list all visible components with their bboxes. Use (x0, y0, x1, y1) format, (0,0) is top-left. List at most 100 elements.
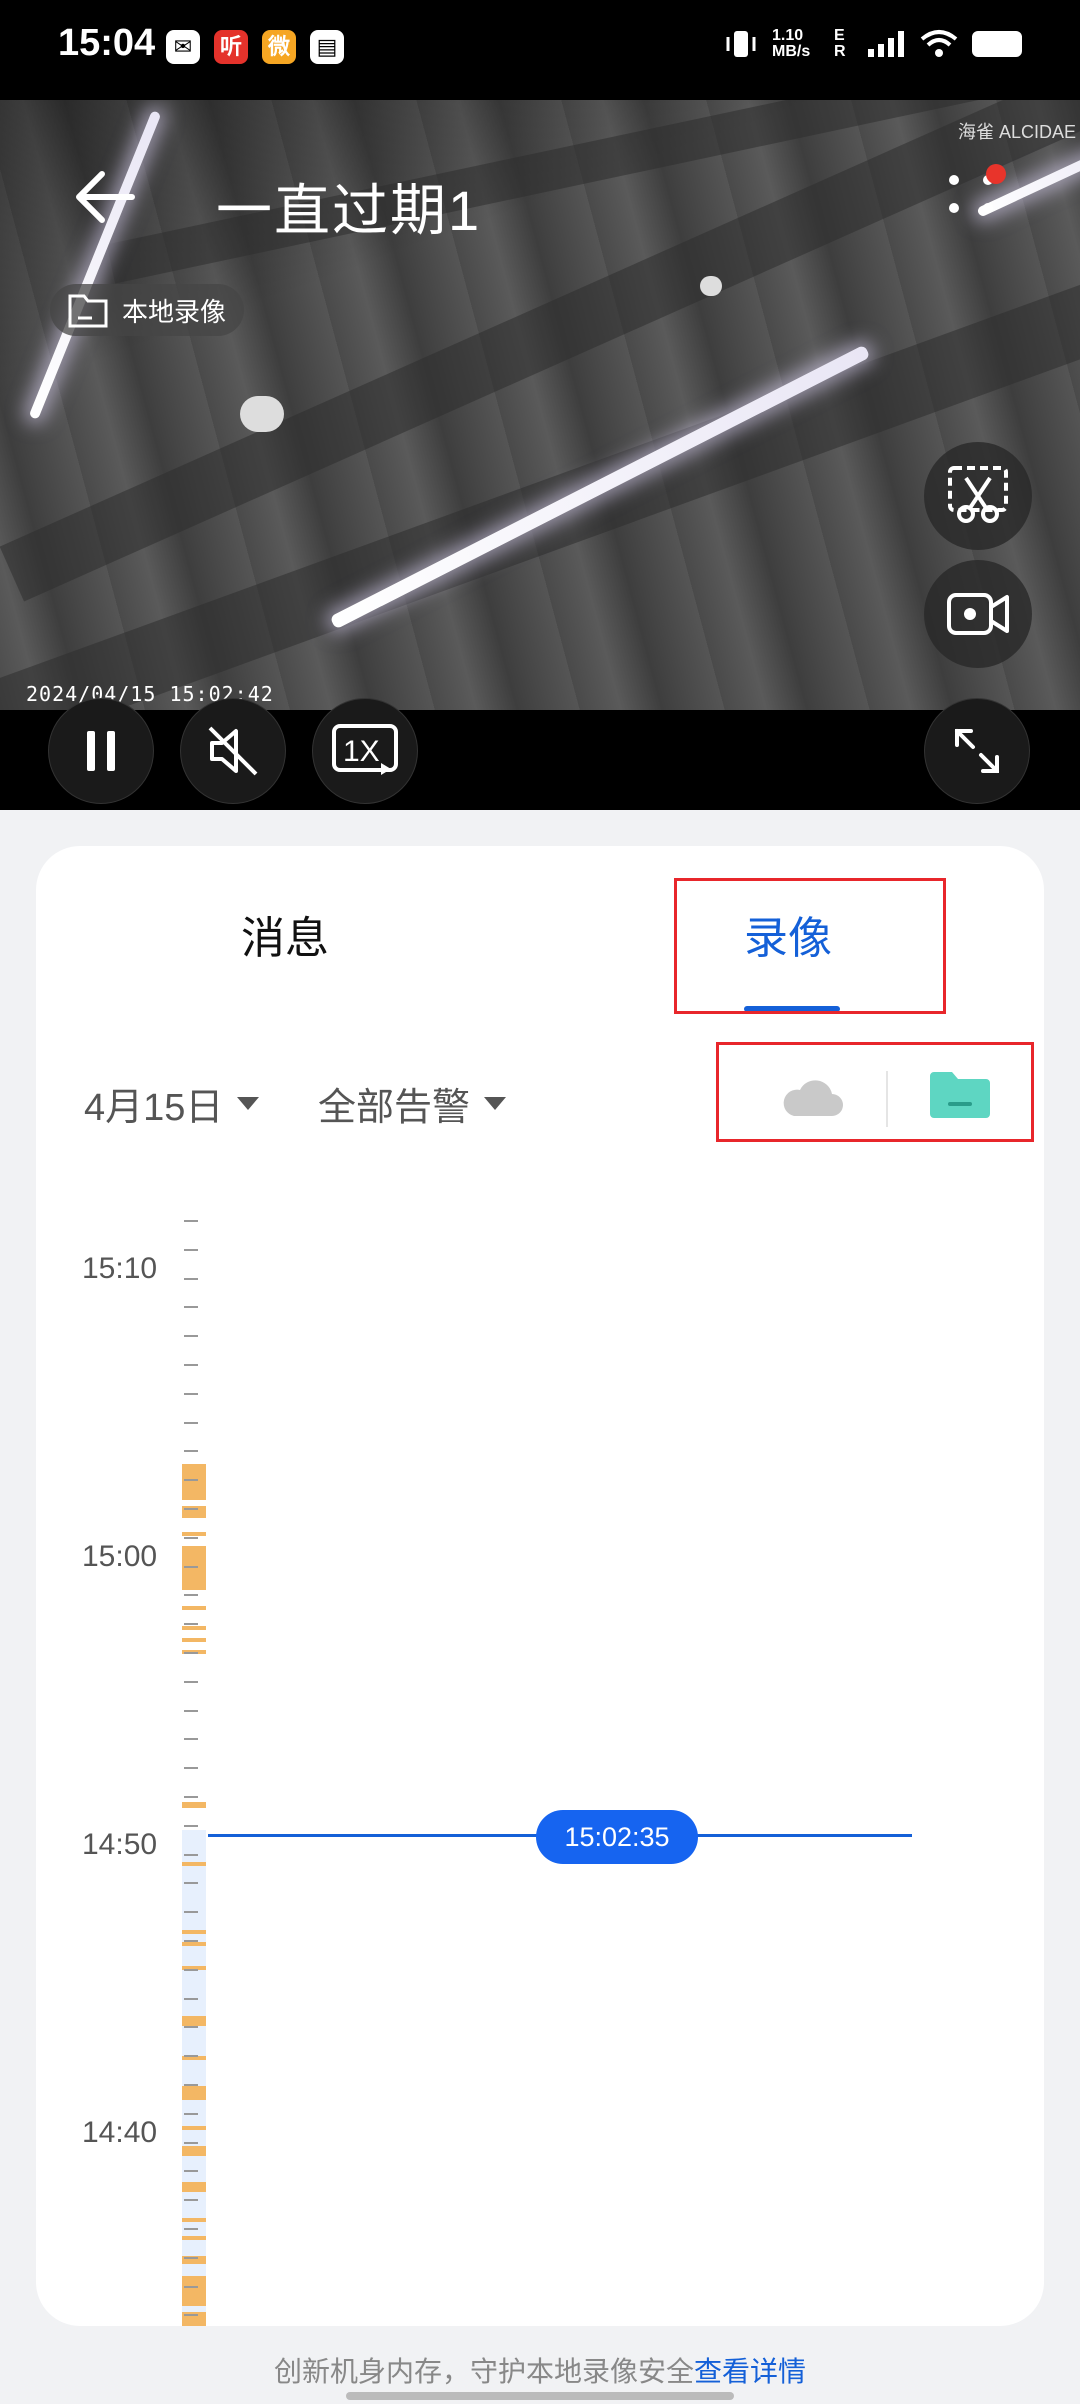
ting-app-icon: 听 (214, 30, 248, 64)
home-indicator[interactable] (346, 2392, 734, 2400)
timeline-tick (184, 2141, 198, 2144)
time-label-1510: 15:10 (82, 1252, 158, 1285)
timeline-tick (184, 1594, 198, 1597)
recording-segment[interactable] (182, 1532, 206, 1536)
local-badge-label: 本地录像 (122, 296, 227, 327)
timeline-tick (184, 1709, 198, 1712)
caret-down-icon (237, 1097, 260, 1110)
timeline-tick (184, 1968, 198, 1971)
timeline[interactable]: 15:10 15:00 14:50 14:40 15:02:35 (36, 1206, 1044, 2326)
caret-down-icon (484, 1097, 507, 1110)
recording-segment[interactable] (182, 1494, 206, 1500)
timeline-tick (184, 1824, 198, 1827)
card-icon: ▤ (310, 30, 344, 64)
view-details-link[interactable]: 查看详情 (694, 2356, 806, 2387)
wifi-icon (920, 30, 958, 57)
date-filter-label: 4月15日 (84, 1087, 224, 1129)
net-speed: 1.10 MB/s (772, 27, 811, 60)
video-header: 一直过期1 海雀 ALCIDAE (0, 100, 1080, 270)
timeline-tick (184, 1997, 198, 2000)
recording-segment[interactable] (182, 2276, 206, 2306)
vibrate-icon (726, 31, 756, 57)
timeline-tick (184, 2256, 198, 2259)
timeline-tick (184, 2285, 198, 2288)
timeline-tick (184, 1652, 198, 1654)
timeline-tick (184, 1623, 198, 1626)
highlight-box-tab (674, 878, 946, 1014)
timeline-tick (184, 1364, 198, 1366)
svg-text:1X: 1X (343, 735, 380, 768)
net-type: E R (834, 27, 846, 60)
time-label-1440: 14:40 (82, 2116, 158, 2149)
playback-speed-button[interactable]: 1X (312, 698, 418, 804)
recording-segment[interactable] (182, 1626, 206, 1630)
timeline-tick (184, 1392, 198, 1395)
speaker-muted-icon (208, 726, 258, 776)
timeline-tick (184, 2314, 198, 2317)
timeline-tick (184, 2026, 198, 2029)
recording-segment[interactable] (182, 2218, 206, 2222)
timeline-tick (184, 1911, 198, 1914)
timeline-tick (184, 2112, 198, 2115)
timeline-tick (184, 1306, 198, 1309)
recording-segment[interactable] (182, 1942, 206, 1946)
mail-icon: ✉ (166, 30, 200, 64)
recording-strip (182, 1830, 206, 2326)
alert-filter-label: 全部告警 (318, 1087, 471, 1129)
fullscreen-button[interactable] (924, 698, 1030, 804)
scissors-icon (948, 466, 1008, 523)
recording-segment[interactable] (182, 2126, 206, 2130)
timeline-tick (184, 2084, 198, 2086)
timeline-tick (184, 1680, 198, 1683)
camera-title: 一直过期1 (216, 179, 482, 242)
signal-icon (868, 31, 904, 57)
expand-icon (955, 729, 999, 773)
timeline-tick (184, 1508, 198, 1510)
recordings-card: 消息 录像 4月15日 全部告警 15:10 15:00 14:50 14:40… (36, 846, 1044, 2326)
recording-segment[interactable] (182, 1862, 206, 1866)
timeline-tick (184, 1421, 198, 1424)
recording-segment[interactable] (182, 2016, 206, 2026)
clip-button[interactable] (924, 442, 1032, 550)
mute-button[interactable] (180, 698, 286, 804)
recording-segment[interactable] (182, 1606, 206, 1610)
recording-segment[interactable] (182, 2182, 206, 2192)
recording-segment[interactable] (182, 1930, 206, 1934)
current-time-pill: 15:02:35 (536, 1810, 698, 1864)
timeline-tick (184, 1882, 198, 1885)
recording-segment[interactable] (182, 1802, 206, 1808)
timeline-tick (184, 1796, 198, 1798)
record-button[interactable] (924, 560, 1032, 668)
timeline-tick (184, 1277, 198, 1280)
pause-icon (87, 731, 115, 771)
weibo-icon: 微 (262, 30, 296, 64)
speed-1x-icon: 1X (332, 724, 398, 775)
timeline-tick (184, 2228, 198, 2230)
timeline-tick (184, 1940, 198, 1942)
footer-text: 创新机身内存，守护本地录像安全 (273, 2356, 694, 2387)
status-time: 15:04 (58, 22, 156, 64)
timeline-tick (184, 1565, 198, 1568)
timeline-tick (184, 1479, 198, 1482)
camera-video[interactable]: 一直过期1 海雀 ALCIDAE 本地录像 2024/04/15 15:02:4… (0, 100, 1080, 710)
pause-button[interactable] (48, 698, 154, 804)
recording-segment[interactable] (182, 1638, 206, 1642)
brand-logo: 海雀 ALCIDAE (958, 122, 1077, 142)
alert-filter[interactable]: 全部告警 (318, 1076, 507, 1131)
time-label-1500: 15:00 (82, 1540, 158, 1573)
timeline-tick (184, 1220, 198, 1222)
recording-segment[interactable] (182, 1546, 206, 1590)
footer-tip: 创新机身内存，守护本地录像安全查看详情 (0, 2350, 1080, 2390)
recording-segment[interactable] (182, 2236, 206, 2240)
recording-segment[interactable] (182, 2086, 206, 2100)
timeline-tick (184, 1450, 198, 1453)
folder-icon (68, 294, 108, 328)
playback-controls: 1X (0, 698, 1080, 810)
tab-messages[interactable]: 消息 (241, 902, 329, 966)
more-options-icon[interactable] (940, 160, 1010, 240)
date-filter[interactable]: 4月15日 (84, 1076, 260, 1131)
back-arrow-icon[interactable] (70, 162, 140, 232)
recording-segment[interactable] (182, 2146, 206, 2156)
timeline-tick (184, 2199, 198, 2202)
time-label-1450: 14:50 (82, 1828, 158, 1861)
